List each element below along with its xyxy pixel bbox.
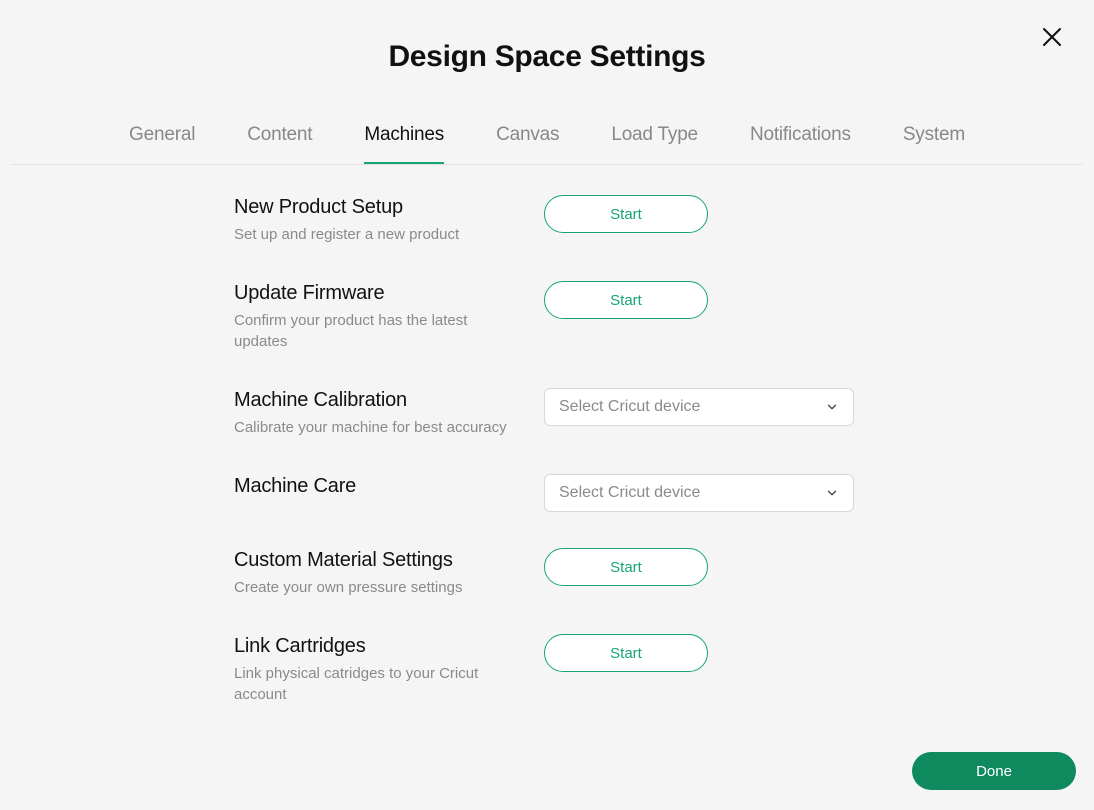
row-title: Custom Material Settings — [234, 548, 524, 573]
row-title: Machine Care — [234, 474, 524, 499]
row-title: Link Cartridges — [234, 634, 524, 659]
close-icon[interactable] — [1040, 25, 1064, 49]
tab-system[interactable]: System — [903, 124, 965, 164]
row-link-cartridges: Link Cartridges Link physical catridges … — [0, 634, 1094, 705]
page-title: Design Space Settings — [0, 40, 1094, 74]
settings-modal: Design Space Settings General Content Ma… — [0, 0, 1094, 810]
row-new-product: New Product Setup Set up and register a … — [0, 195, 1094, 245]
tab-load-type[interactable]: Load Type — [611, 124, 698, 164]
settings-content: New Product Setup Set up and register a … — [0, 165, 1094, 705]
tab-content[interactable]: Content — [247, 124, 312, 164]
row-custom-material: Custom Material Settings Create your own… — [0, 548, 1094, 598]
start-link-cartridges-button[interactable]: Start — [544, 634, 708, 672]
start-firmware-button[interactable]: Start — [544, 281, 708, 319]
select-placeholder: Select Cricut device — [559, 484, 700, 502]
row-desc: Create your own pressure settings — [234, 577, 524, 598]
select-placeholder: Select Cricut device — [559, 398, 700, 416]
settings-tabs: General Content Machines Canvas Load Typ… — [12, 124, 1082, 165]
chevron-down-icon — [825, 486, 839, 500]
done-button[interactable]: Done — [912, 752, 1076, 790]
tab-machines[interactable]: Machines — [364, 124, 444, 164]
row-update-firmware: Update Firmware Confirm your product has… — [0, 281, 1094, 352]
tab-general[interactable]: General — [129, 124, 195, 164]
row-desc: Set up and register a new product — [234, 224, 524, 245]
row-title: Machine Calibration — [234, 388, 524, 413]
tab-canvas[interactable]: Canvas — [496, 124, 559, 164]
row-desc: Confirm your product has the latest upda… — [234, 310, 524, 352]
row-calibration: Machine Calibration Calibrate your machi… — [0, 388, 1094, 438]
row-machine-care: Machine Care Select Cricut device — [0, 474, 1094, 512]
calibration-device-select[interactable]: Select Cricut device — [544, 388, 854, 426]
start-new-product-button[interactable]: Start — [544, 195, 708, 233]
care-device-select[interactable]: Select Cricut device — [544, 474, 854, 512]
chevron-down-icon — [825, 400, 839, 414]
row-title: New Product Setup — [234, 195, 524, 220]
row-desc: Calibrate your machine for best accuracy — [234, 417, 524, 438]
row-desc: Link physical catridges to your Cricut a… — [234, 663, 524, 705]
row-title: Update Firmware — [234, 281, 524, 306]
start-custom-material-button[interactable]: Start — [544, 548, 708, 586]
tab-notifications[interactable]: Notifications — [750, 124, 851, 164]
